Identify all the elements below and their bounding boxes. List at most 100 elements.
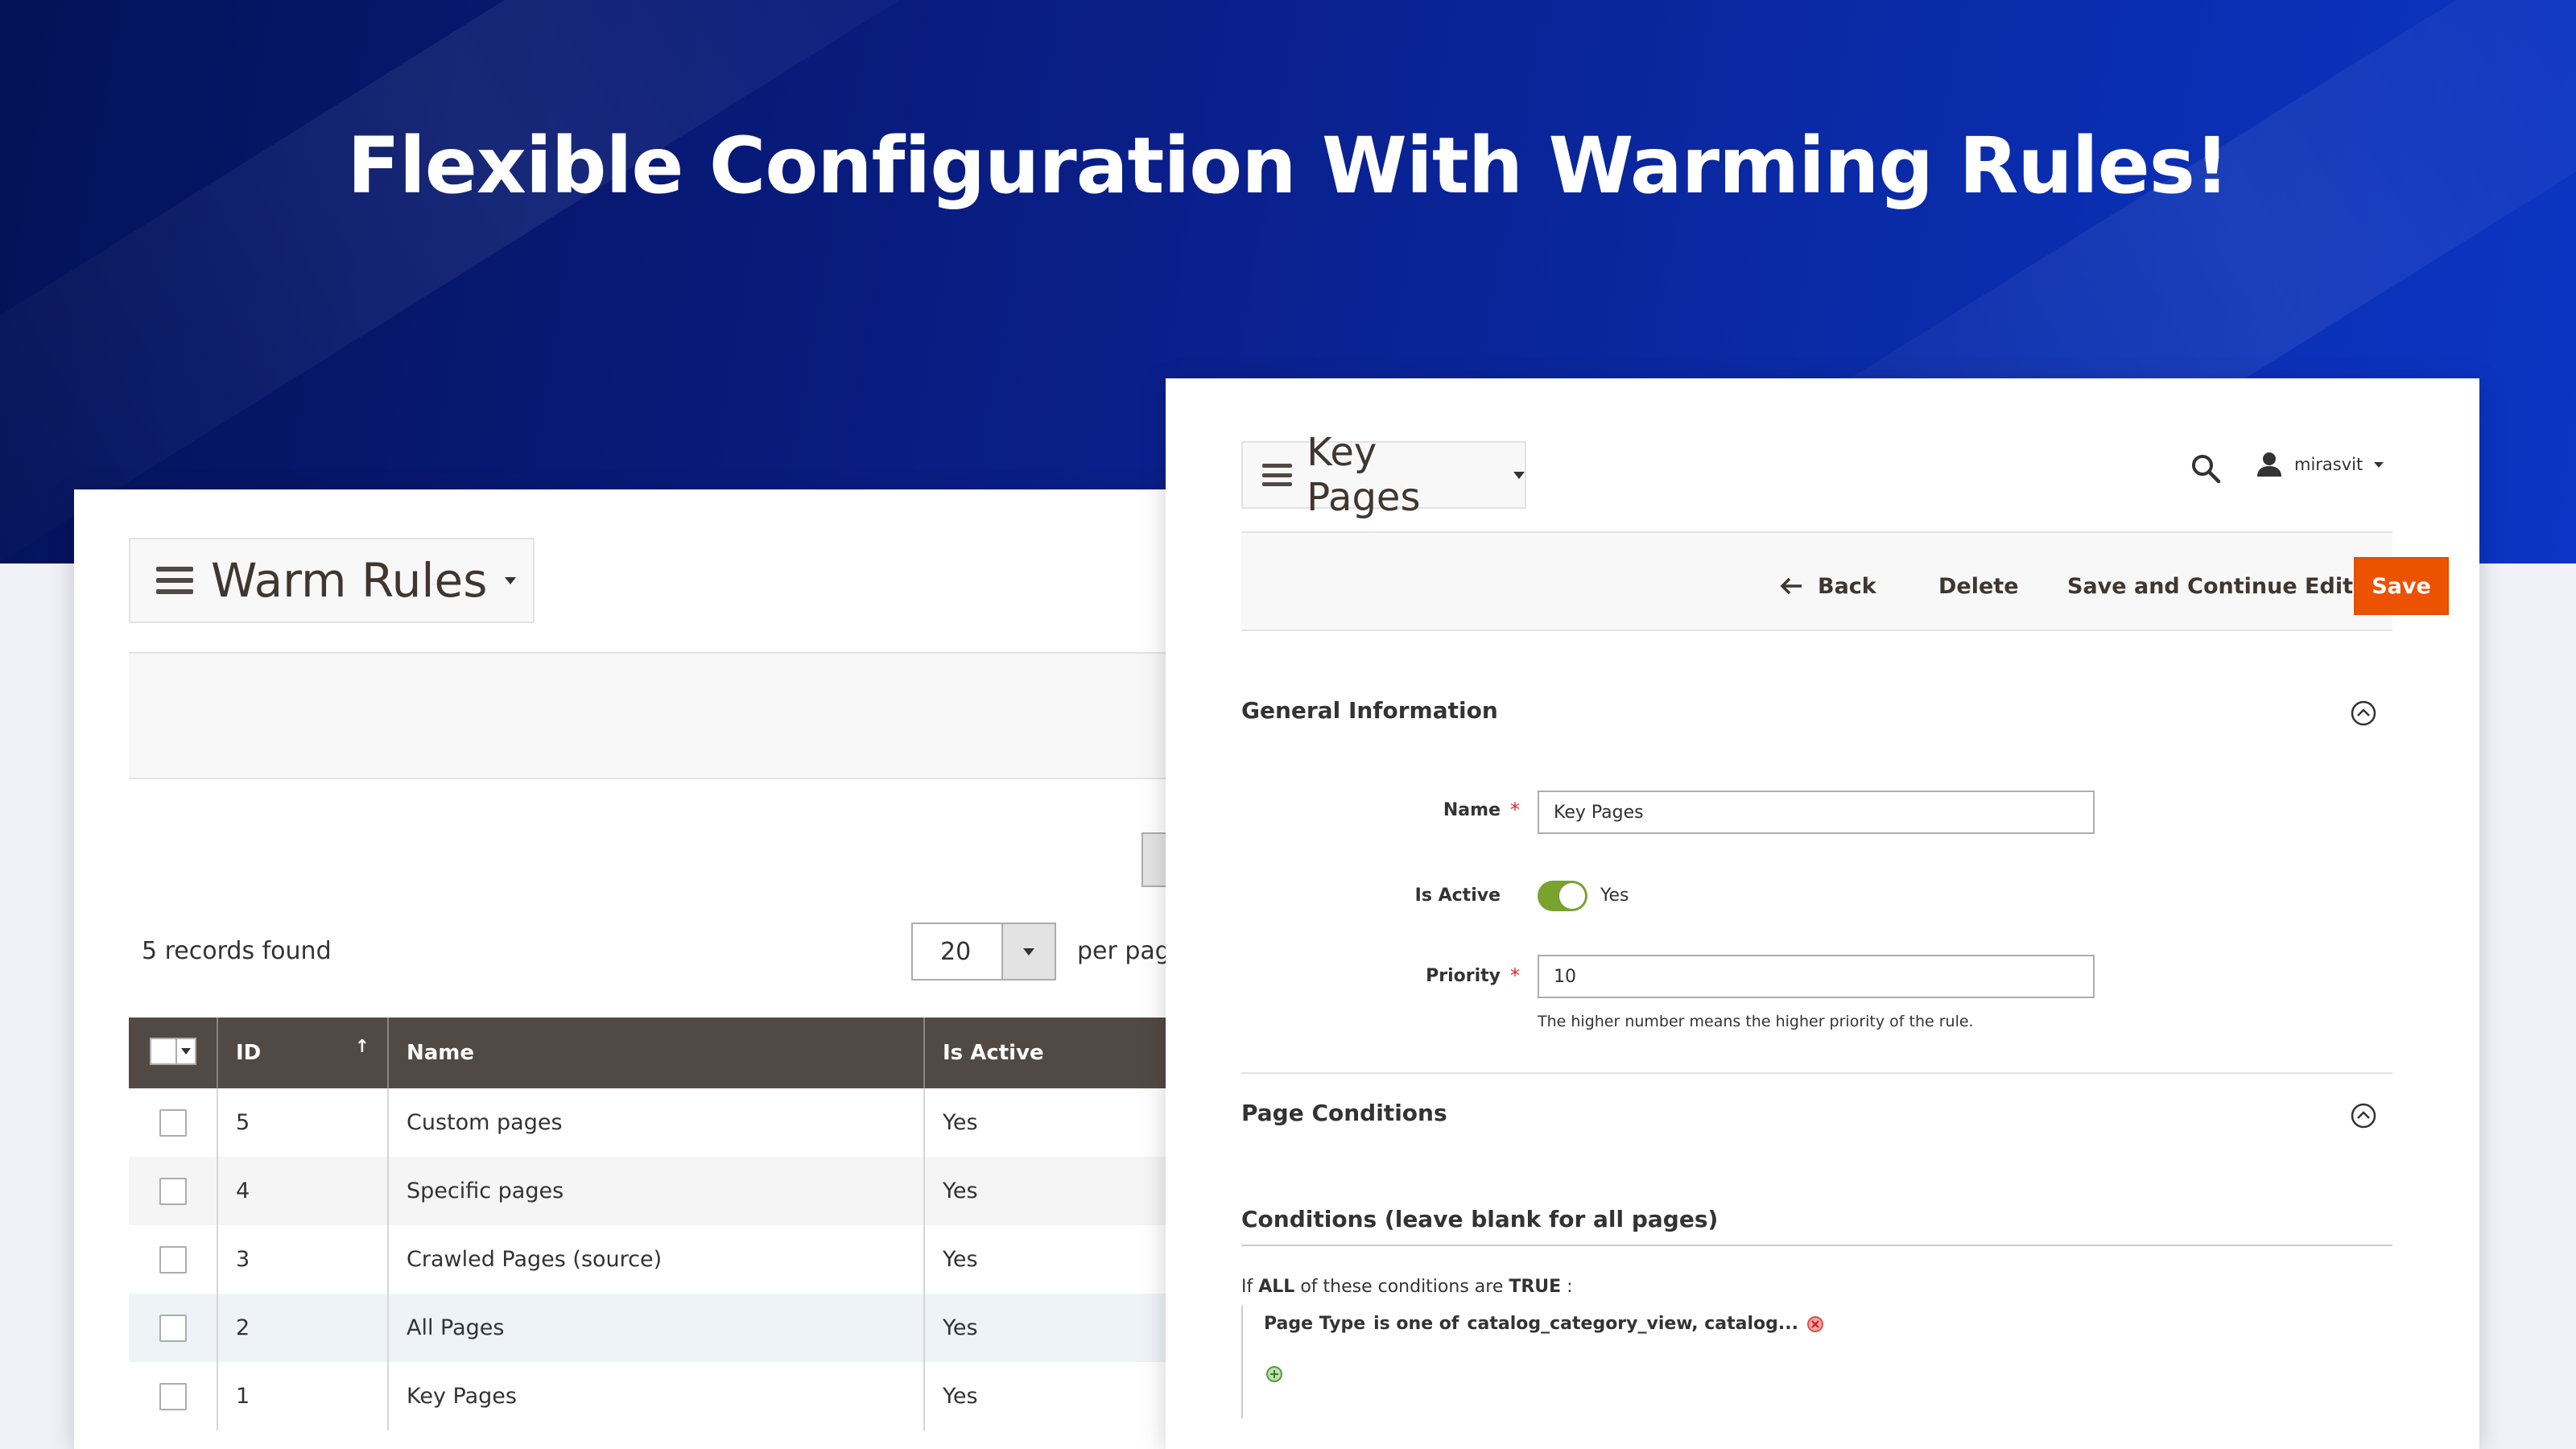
rule-operator[interactable]: is one of bbox=[1373, 1314, 1459, 1334]
table-row[interactable]: 4 Specific pages Yes bbox=[129, 1157, 1201, 1225]
save-button[interactable]: Save bbox=[2354, 557, 2449, 615]
mass-select-control[interactable] bbox=[149, 1037, 196, 1065]
aggregator-select[interactable]: ALL bbox=[1258, 1277, 1294, 1297]
row-checkbox[interactable] bbox=[159, 1177, 187, 1205]
page-title: Key Pages bbox=[1307, 430, 1421, 520]
required-marker: * bbox=[1510, 799, 1520, 821]
chevron-down-icon bbox=[1513, 471, 1525, 479]
priority-input[interactable]: 10 bbox=[1538, 955, 2095, 998]
conditions-aggregator-line: If ALL of these conditions are TRUE : bbox=[1241, 1277, 1573, 1297]
cell-name: Custom pages bbox=[388, 1088, 925, 1157]
is-active-toggle[interactable] bbox=[1538, 881, 1587, 911]
cell-is-active: Yes bbox=[924, 1088, 1201, 1157]
sort-asc-icon: ↑ bbox=[354, 1037, 369, 1057]
records-count: 5 records found bbox=[142, 937, 332, 965]
grid-header-row: ID ↑ Name Is Active bbox=[129, 1018, 1201, 1088]
hero-title: Flexible Configuration With Warming Rule… bbox=[347, 121, 2229, 211]
table-row[interactable]: 3 Crawled Pages (source) Yes bbox=[129, 1225, 1201, 1294]
cell-is-active: Yes bbox=[924, 1157, 1201, 1225]
mass-select-dropdown[interactable] bbox=[175, 1038, 195, 1063]
row-select-cell bbox=[129, 1157, 218, 1225]
section-title-general[interactable]: General Information bbox=[1241, 697, 1498, 724]
user-menu[interactable]: mirasvit bbox=[2256, 451, 2384, 478]
key-pages-edit-panel: Key Pages mirasvit Back Delete Save and … bbox=[1166, 378, 2479, 1449]
rule-attribute: Page Type bbox=[1264, 1314, 1366, 1334]
cell-id: 4 bbox=[217, 1157, 389, 1225]
column-header-is-active[interactable]: Is Active bbox=[924, 1018, 1201, 1088]
user-icon bbox=[2257, 452, 2281, 477]
mass-action-header bbox=[129, 1018, 218, 1088]
chevron-down-icon bbox=[180, 1047, 191, 1055]
cell-id: 3 bbox=[217, 1225, 389, 1294]
table-row[interactable]: 5 Custom pages Yes bbox=[129, 1088, 1201, 1157]
row-checkbox[interactable] bbox=[159, 1108, 187, 1137]
row-select-cell bbox=[129, 1088, 218, 1157]
toggle-knob bbox=[1559, 883, 1585, 909]
cell-name: All Pages bbox=[388, 1294, 925, 1362]
table-row[interactable]: 2 All Pages Yes bbox=[129, 1294, 1201, 1362]
delete-button[interactable]: Delete bbox=[1938, 557, 2019, 615]
per-page-dropdown-button[interactable] bbox=[1001, 924, 1055, 979]
rules-grid: ID ↑ Name Is Active 5 Custom pages Yes 4… bbox=[129, 1018, 1201, 1430]
priority-field-label: Priority bbox=[1426, 966, 1501, 986]
row-select-cell bbox=[129, 1225, 218, 1294]
cell-name: Crawled Pages (source) bbox=[388, 1225, 925, 1294]
back-label: Back bbox=[1818, 573, 1876, 599]
collapse-up-icon[interactable] bbox=[2349, 1101, 2378, 1130]
is-active-value: Yes bbox=[1600, 886, 1629, 906]
column-header-label: Name bbox=[407, 1041, 475, 1065]
row-checkbox[interactable] bbox=[159, 1245, 187, 1274]
cell-is-active: Yes bbox=[924, 1294, 1201, 1362]
collapse-up-icon[interactable] bbox=[2349, 699, 2378, 728]
priority-note: The higher number means the higher prior… bbox=[1538, 1013, 1974, 1030]
section-title-page-conditions[interactable]: Page Conditions bbox=[1241, 1100, 1447, 1126]
menu-icon bbox=[156, 567, 193, 594]
cond-prefix: If bbox=[1241, 1277, 1253, 1297]
cell-is-active: Yes bbox=[924, 1362, 1201, 1430]
column-header-name[interactable]: Name bbox=[388, 1018, 925, 1088]
table-row[interactable]: 1 Key Pages Yes bbox=[129, 1362, 1201, 1430]
cond-suffix: : bbox=[1567, 1277, 1573, 1297]
conditions-heading: Conditions (leave blank for all pages) bbox=[1241, 1206, 1719, 1232]
chevron-down-icon bbox=[1023, 947, 1034, 956]
name-field-label: Name bbox=[1443, 800, 1501, 820]
name-input[interactable]: Key Pages bbox=[1538, 791, 2095, 834]
column-header-label: ID bbox=[236, 1041, 262, 1065]
rule-value[interactable]: catalog_category_view, catalog... bbox=[1467, 1314, 1798, 1334]
section-divider bbox=[1241, 1072, 2392, 1074]
add-condition-icon[interactable] bbox=[1265, 1365, 1283, 1383]
user-name: mirasvit bbox=[2294, 455, 2363, 474]
cell-id: 5 bbox=[217, 1088, 389, 1157]
page-actions-bar bbox=[129, 652, 1201, 779]
back-button[interactable]: Back bbox=[1779, 557, 1876, 615]
hero-light-streak bbox=[0, 0, 1154, 564]
cell-name: Specific pages bbox=[388, 1157, 925, 1225]
conditions-tree-line bbox=[1241, 1306, 1243, 1418]
select-all-checkbox[interactable] bbox=[151, 1038, 175, 1063]
save-and-continue-button[interactable]: Save and Continue Edit bbox=[2067, 557, 2353, 615]
arrow-left-icon bbox=[1780, 577, 1802, 595]
chevron-down-icon bbox=[2374, 461, 2384, 468]
page-title-switcher[interactable]: Warm Rules bbox=[129, 538, 535, 623]
menu-icon bbox=[1262, 464, 1293, 486]
column-header-id[interactable]: ID ↑ bbox=[217, 1018, 389, 1088]
page-title: Warm Rules bbox=[211, 553, 488, 608]
row-checkbox[interactable] bbox=[159, 1314, 187, 1342]
cell-name: Key Pages bbox=[388, 1362, 925, 1430]
chevron-down-icon bbox=[505, 576, 517, 584]
search-icon[interactable] bbox=[2190, 452, 2222, 485]
cell-id: 2 bbox=[217, 1294, 389, 1362]
row-select-cell bbox=[129, 1294, 218, 1362]
per-page-select[interactable]: 20 bbox=[911, 923, 1056, 980]
row-select-cell bbox=[129, 1362, 218, 1430]
page-title-switcher[interactable]: Key Pages bbox=[1241, 430, 1526, 520]
cell-id: 1 bbox=[217, 1362, 389, 1430]
column-header-label: Is Active bbox=[943, 1041, 1044, 1065]
condition-rule: Page Type is one of catalog_category_vie… bbox=[1264, 1314, 1824, 1334]
row-checkbox[interactable] bbox=[159, 1382, 187, 1410]
remove-condition-icon[interactable] bbox=[1806, 1315, 1824, 1333]
value-select[interactable]: TRUE bbox=[1509, 1277, 1561, 1297]
conditions-divider bbox=[1241, 1245, 2392, 1246]
required-marker: * bbox=[1510, 964, 1520, 987]
page-actions-bar: Back Delete Save and Continue Edit Save bbox=[1241, 531, 2449, 631]
